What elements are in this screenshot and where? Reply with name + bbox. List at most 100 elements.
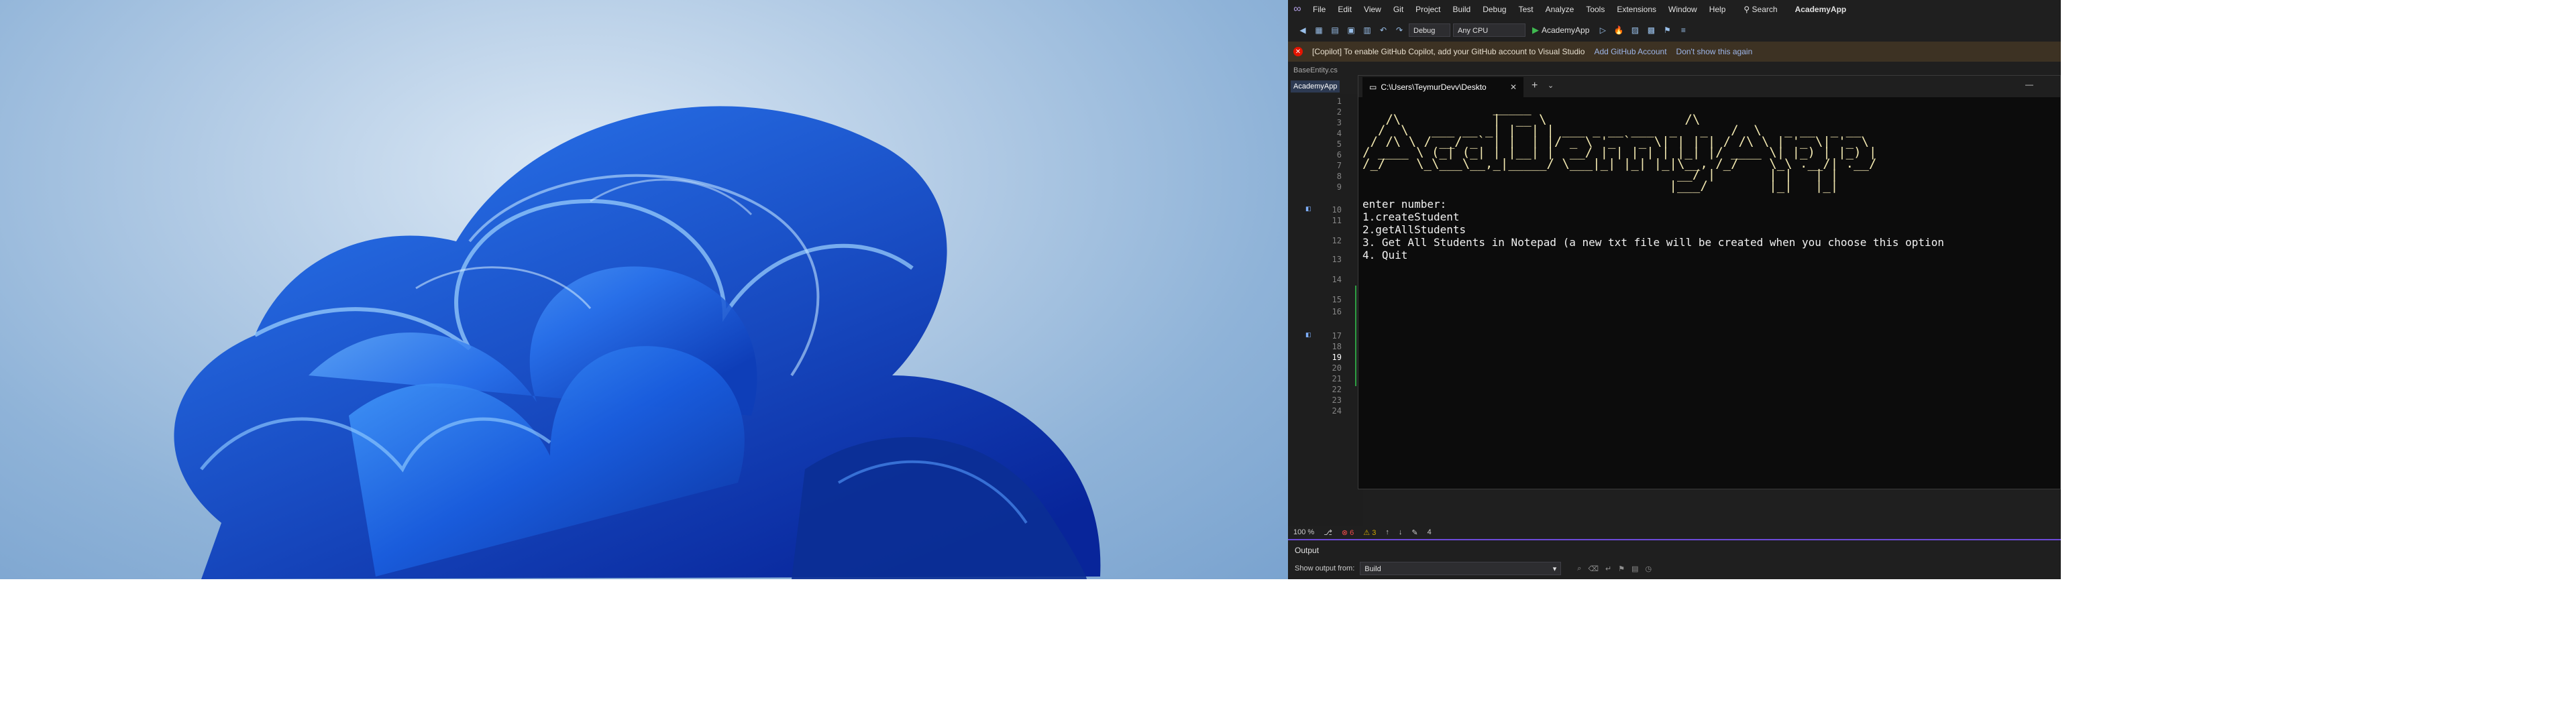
line-number: 5 — [1336, 139, 1342, 149]
output-panel-title: Output — [1295, 546, 1320, 555]
solution-explorer-icon[interactable]: ▩ — [1644, 23, 1658, 37]
menu-view[interactable]: View — [1358, 0, 1387, 19]
warning-count[interactable]: ⚠ 3 — [1363, 528, 1376, 537]
console-icon: ▭ — [1369, 82, 1377, 92]
line-number: 3 — [1336, 118, 1342, 127]
line-number: 24 — [1332, 406, 1342, 416]
comment-icon[interactable]: ≡ — [1676, 23, 1690, 37]
timestamp-icon[interactable]: ◷ — [1646, 564, 1652, 573]
menu-git[interactable]: Git — [1387, 0, 1409, 19]
menu-help[interactable]: Help — [1703, 0, 1732, 19]
menu-tools[interactable]: Tools — [1580, 0, 1611, 19]
arrow-up-icon[interactable]: ↑ — [1385, 528, 1389, 536]
terminal-tab-strip: ▭ C:\Users\TeymurDevv\Deskto ✕ + ⌄ — — [1358, 76, 2060, 97]
desktop-wallpaper — [0, 0, 1288, 579]
menu-analyze[interactable]: Analyze — [1540, 0, 1580, 19]
chevron-down-icon: ▾ — [1552, 565, 1557, 573]
ascii-banner: _____ /\ | __ \ /\ / \ ___ __ _| | | | _… — [1362, 103, 1877, 193]
configuration-dropdown[interactable]: Debug — [1409, 23, 1450, 37]
output-source-dropdown[interactable]: Build ▾ — [1360, 562, 1562, 575]
add-github-account-link[interactable]: Add GitHub Account — [1594, 47, 1666, 56]
tab-base-entity[interactable]: BaseEntity.cs — [1291, 64, 1340, 76]
menu-debug[interactable]: Debug — [1477, 0, 1512, 19]
console-line: 4. Quit — [1362, 249, 1408, 261]
start-debugging-button[interactable]: ▶ AcademyApp — [1528, 25, 1593, 36]
menu-edit[interactable]: Edit — [1332, 0, 1358, 19]
line-number: 23 — [1332, 396, 1342, 405]
visual-studio-window: ∞ File Edit View Git Project Build Debug… — [1288, 0, 2061, 579]
line-number: 4 — [1336, 129, 1342, 138]
save-icon[interactable]: ▣ — [1344, 23, 1358, 37]
save-all-icon[interactable]: ▥ — [1360, 23, 1374, 37]
terminal-tab[interactable]: ▭ C:\Users\TeymurDevv\Deskto ✕ — [1362, 77, 1523, 97]
error-count[interactable]: ⊗ 6 — [1342, 528, 1354, 537]
menu-file[interactable]: File — [1307, 0, 1332, 19]
new-project-icon[interactable]: ▦ — [1312, 23, 1326, 37]
search-icon: ⚲ — [1743, 5, 1752, 14]
line-number: 9 — [1336, 182, 1342, 192]
git-icon[interactable]: ⎇ — [1324, 528, 1332, 537]
line-number: 8 — [1336, 172, 1342, 181]
back-forward-icon[interactable]: ◀ — [1296, 23, 1309, 37]
clear-all-icon[interactable]: ⌫ — [1588, 564, 1599, 573]
menu-window[interactable]: Window — [1662, 0, 1703, 19]
dont-show-again-link[interactable]: Don't show this again — [1676, 47, 1753, 56]
line-number: 11 — [1332, 216, 1342, 225]
browse-icon[interactable]: ▨ — [1628, 23, 1642, 37]
console-line: enter number: — [1362, 198, 1447, 210]
breakpoint-glyph-icon[interactable]: ◧ — [1305, 331, 1313, 338]
show-output-from-label: Show output from: — [1295, 564, 1355, 572]
chevron-down-icon[interactable]: ⌄ — [1548, 81, 1554, 90]
bloom-wallpaper-graphic — [174, 106, 1101, 579]
column-number: 4 — [1427, 528, 1432, 536]
filter-icon[interactable]: ⚑ — [1618, 564, 1625, 573]
word-wrap-icon[interactable]: ↵ — [1605, 564, 1611, 573]
search-label: Search — [1752, 5, 1778, 14]
line-number: 15 — [1332, 295, 1342, 304]
zoom-level[interactable]: 100 % — [1293, 528, 1314, 536]
open-folder-icon[interactable]: ▤ — [1328, 23, 1342, 37]
play-icon: ▶ — [1532, 25, 1539, 35]
line-number: 14 — [1332, 275, 1342, 284]
debug-console-window[interactable]: ▭ C:\Users\TeymurDevv\Deskto ✕ + ⌄ — ___… — [1358, 75, 2061, 489]
open-in-editor-icon[interactable]: ▤ — [1631, 564, 1638, 573]
hot-reload-icon[interactable]: 🔥 — [1612, 23, 1625, 37]
arrow-down-icon[interactable]: ↓ — [1399, 528, 1403, 536]
menu-extensions[interactable]: Extensions — [1611, 0, 1662, 19]
menu-build[interactable]: Build — [1447, 0, 1477, 19]
redo-icon[interactable]: ↷ — [1393, 23, 1406, 37]
breakpoint-glyph-icon[interactable]: ◧ — [1305, 205, 1313, 212]
brush-icon[interactable]: ✎ — [1411, 528, 1417, 537]
error-icon: ✕ — [1293, 47, 1303, 56]
platform-dropdown[interactable]: Any CPU — [1453, 23, 1525, 37]
run-target-label: AcademyApp — [1542, 25, 1590, 35]
line-number-current: 19 — [1332, 353, 1342, 362]
line-number: 22 — [1332, 385, 1342, 394]
console-line: 2.getAllStudents — [1362, 223, 1466, 236]
line-number: 6 — [1336, 150, 1342, 160]
visual-studio-logo-icon[interactable]: ∞ — [1288, 0, 1307, 19]
line-number: 18 — [1332, 342, 1342, 351]
start-without-debugging-icon[interactable]: ▷ — [1596, 23, 1609, 37]
console-output: _____ /\ | __ \ /\ / \ ___ __ _| | | | _… — [1362, 103, 2056, 485]
solution-title: AcademyApp — [1794, 5, 1847, 14]
error-count-value: 6 — [1350, 528, 1354, 537]
minimize-icon[interactable]: — — [2025, 80, 2033, 89]
standard-toolbar: ◀ ▦ ▤ ▣ ▥ ↶ ↷ Debug Any CPU ▶ AcademyApp… — [1288, 19, 2061, 42]
line-number: 20 — [1332, 363, 1342, 373]
editor-status-bar: 100 % ⎇ ⊗ 6 ⚠ 3 ↑ ↓ ✎ 4 — [1288, 526, 2061, 540]
find-icon[interactable]: ⌕ — [1577, 564, 1581, 573]
tab-academyapp[interactable]: AcademyApp — [1291, 80, 1340, 93]
line-number: 16 — [1332, 307, 1342, 316]
menu-bar: ∞ File Edit View Git Project Build Debug… — [1288, 0, 2061, 19]
menu-test[interactable]: Test — [1513, 0, 1540, 19]
line-number: 2 — [1336, 107, 1342, 117]
code-editor[interactable]: 1 2 3 4 5 6 7 8 9 10 11 12 13 14 15 16 1… — [1288, 94, 1363, 526]
menu-project[interactable]: Project — [1409, 0, 1446, 19]
bookmark-icon[interactable]: ⚑ — [1660, 23, 1674, 37]
undo-icon[interactable]: ↶ — [1377, 23, 1390, 37]
search-box[interactable]: ⚲ Search — [1738, 3, 1782, 16]
line-number: 13 — [1332, 255, 1342, 264]
close-icon[interactable]: ✕ — [1510, 82, 1517, 92]
new-tab-icon[interactable]: + — [1532, 80, 1538, 92]
